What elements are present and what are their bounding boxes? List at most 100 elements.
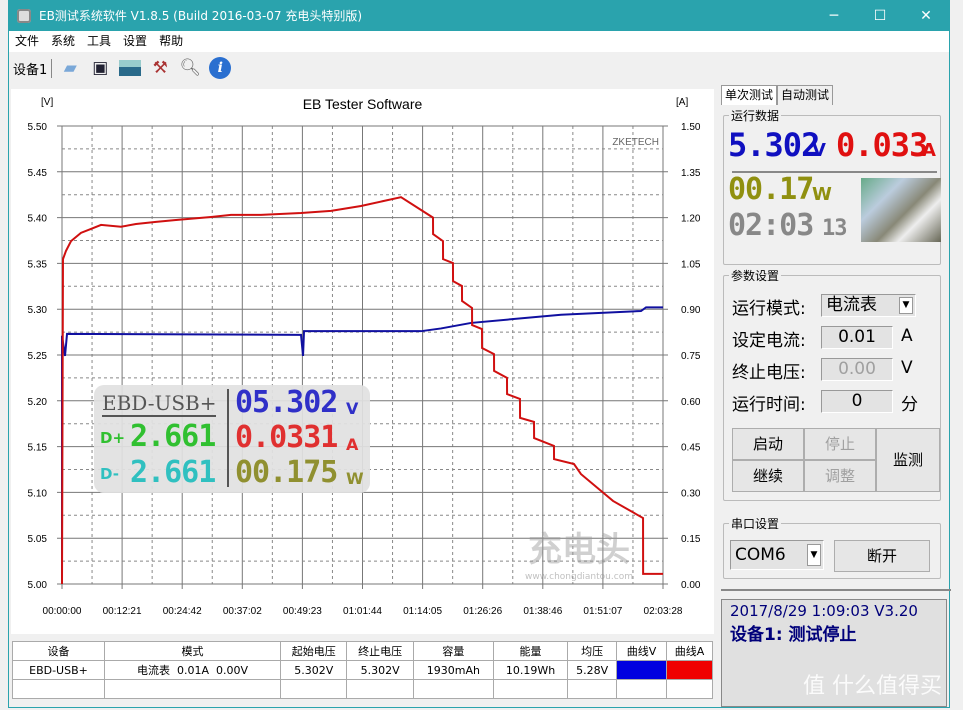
cell-capacity: 1930mAh <box>412 660 494 680</box>
y2-tick-label: 1.35 <box>681 168 701 179</box>
disconnect-button[interactable]: 断开 <box>834 540 930 572</box>
run-time-unit: 分 <box>901 395 918 415</box>
cutoff-voltage-unit: V <box>901 358 913 378</box>
y-tick-label: 5.00 <box>28 580 48 591</box>
continue-button[interactable]: 继续 <box>732 460 804 492</box>
menu-file[interactable]: 文件 <box>9 31 45 52</box>
tools-icon[interactable]: ⚒ <box>148 56 172 80</box>
set-current-input[interactable]: 0.01 <box>821 326 893 349</box>
status-timestamp: 2017/8/29 1:09:03 V3.20 <box>730 602 918 620</box>
table-row[interactable]: EBD-USB+ 电流表 0.01A 0.00V 5.302V 5.302V 1… <box>12 660 713 680</box>
mode-select[interactable]: 电流表 ▼ <box>821 294 916 317</box>
x-tick-label: 00:24:42 <box>163 606 202 617</box>
run-time-seconds: 13 <box>822 216 847 241</box>
cell-end-voltage: 5.302V <box>346 660 414 680</box>
port-select[interactable]: COM6 ▼ <box>730 540 824 570</box>
y2-tick-label: 0.60 <box>681 397 701 408</box>
dm-value: 2.661 <box>130 455 216 490</box>
col-avg-voltage: 均压 <box>567 641 617 661</box>
image-icon[interactable] <box>118 56 142 80</box>
run-time: 02:03 <box>728 208 814 243</box>
y-tick-label: 5.05 <box>28 534 48 545</box>
y-tick-label: 5.10 <box>28 488 48 499</box>
run-time-input[interactable]: 0 <box>821 390 893 413</box>
chart-title: EB Tester Software <box>303 96 423 112</box>
start-button[interactable]: 启动 <box>732 428 804 460</box>
dp-value: 2.661 <box>130 419 216 454</box>
zketech-watermark: ZKETECH <box>612 137 659 148</box>
menu-help[interactable]: 帮助 <box>153 31 189 52</box>
menu-tools[interactable]: 工具 <box>81 31 117 52</box>
cell-mode: 电流表 0.01A 0.00V <box>104 660 281 680</box>
meter-current: 0.0331 <box>235 420 338 455</box>
y-tick-label: 5.40 <box>28 214 48 225</box>
watermark-smzdm: 值 什么值得买 <box>803 674 942 699</box>
y-tick-label: 5.25 <box>28 351 48 362</box>
set-current-label: 设定电流: <box>732 331 806 351</box>
app-icon <box>17 9 31 23</box>
port-value: COM6 <box>735 545 786 565</box>
menu-system[interactable]: 系统 <box>45 31 81 52</box>
run-data-group: 运行数据 5.302 V 0.033 A 00.17 W 02:03 13 <box>723 107 941 265</box>
search-icon[interactable]: 🔍︎ <box>178 56 202 80</box>
adjust-button[interactable]: 调整 <box>804 460 876 492</box>
chevron-down-icon[interactable]: ▼ <box>807 544 821 566</box>
x-tick-label: 01:38:46 <box>523 606 562 617</box>
run-power-unit: W <box>812 184 832 205</box>
cutoff-voltage-input[interactable]: 0.00 <box>821 358 893 381</box>
y2-tick-label: 1.05 <box>681 259 701 270</box>
x-tick-label: 00:49:23 <box>283 606 322 617</box>
close-button[interactable]: ✕ <box>903 1 949 31</box>
x-tick-label: 00:12:21 <box>103 606 142 617</box>
tab-single-test[interactable]: 单次测试 <box>721 85 778 105</box>
meter-voltage-unit: V <box>346 399 359 418</box>
save-icon[interactable]: ▣ <box>88 56 112 80</box>
run-voltage: 5.302 <box>728 126 820 164</box>
window-title: EB测试系统软件 V1.8.5 (Build 2016-03-07 充电头特别版… <box>39 9 363 23</box>
meter-power-unit: W <box>346 469 364 488</box>
left-axis-unit: [V] <box>41 97 53 108</box>
col-mode: 模式 <box>104 641 281 661</box>
y-tick-label: 5.20 <box>28 397 48 408</box>
info-icon[interactable]: i <box>208 56 232 80</box>
col-curve-v: 曲线V <box>616 641 667 661</box>
y2-tick-label: 0.75 <box>681 351 701 362</box>
stop-button[interactable]: 停止 <box>804 428 876 460</box>
maximize-button[interactable]: ☐ <box>857 1 903 31</box>
menu-settings[interactable]: 设置 <box>117 31 153 52</box>
cell-energy: 10.19Wh <box>492 660 569 680</box>
curve-v-swatch[interactable] <box>616 660 667 680</box>
col-capacity: 容量 <box>412 641 494 661</box>
y-tick-label: 5.30 <box>28 305 48 316</box>
status-message: 设备1: 测试停止 <box>730 625 857 645</box>
x-tick-label: 01:01:44 <box>343 606 382 617</box>
chart-panel: 00:00:00 00:12:21 00:24:42 00:37:02 00:49:23… <box>11 89 714 634</box>
folder-icon[interactable]: ▰ <box>58 56 82 80</box>
y2-tick-label: 0.00 <box>681 580 701 591</box>
run-voltage-unit: V <box>812 140 826 161</box>
menu-bar: 文件 系统 工具 设置 帮助 <box>9 31 949 52</box>
y2-tick-label: 0.45 <box>681 443 701 454</box>
curve-a-swatch[interactable] <box>666 660 713 680</box>
y-tick-label: 5.50 <box>28 122 48 133</box>
params-label: 参数设置 <box>729 267 782 284</box>
table-header: 设备 模式 起始电压 终止电压 容量 能量 均压 曲线V 曲线A <box>12 641 713 661</box>
monitor-button[interactable]: 监测 <box>876 428 940 492</box>
status-box: 2017/8/29 1:09:03 V3.20 设备1: 测试停止 值 什么值得… <box>721 599 947 707</box>
meter-overlay: EBD-USB+ D+ 2.661 D- 2.661 05.302 V 0.03… <box>94 385 370 493</box>
tab-auto-test[interactable]: 自动测试 <box>777 85 834 105</box>
chevron-down-icon[interactable]: ▼ <box>899 297 913 314</box>
chongdiantou-logo: 充电头 <box>528 530 630 570</box>
x-tick-label: 01:14:05 <box>403 606 442 617</box>
minimize-button[interactable]: ─ <box>811 1 857 31</box>
y2-tick-label: 0.15 <box>681 534 701 545</box>
device-tab[interactable]: 设备1 <box>13 58 53 78</box>
meter-power: 00.175 <box>235 455 338 490</box>
col-device: 设备 <box>12 641 105 661</box>
cat-photo <box>861 178 941 242</box>
y-tick-label: 5.15 <box>28 443 48 454</box>
cutoff-voltage-label: 终止电压: <box>732 363 806 383</box>
run-time-label: 运行时间: <box>732 395 806 415</box>
serial-label: 串口设置 <box>729 515 782 532</box>
right-axis-unit: [A] <box>676 97 688 108</box>
